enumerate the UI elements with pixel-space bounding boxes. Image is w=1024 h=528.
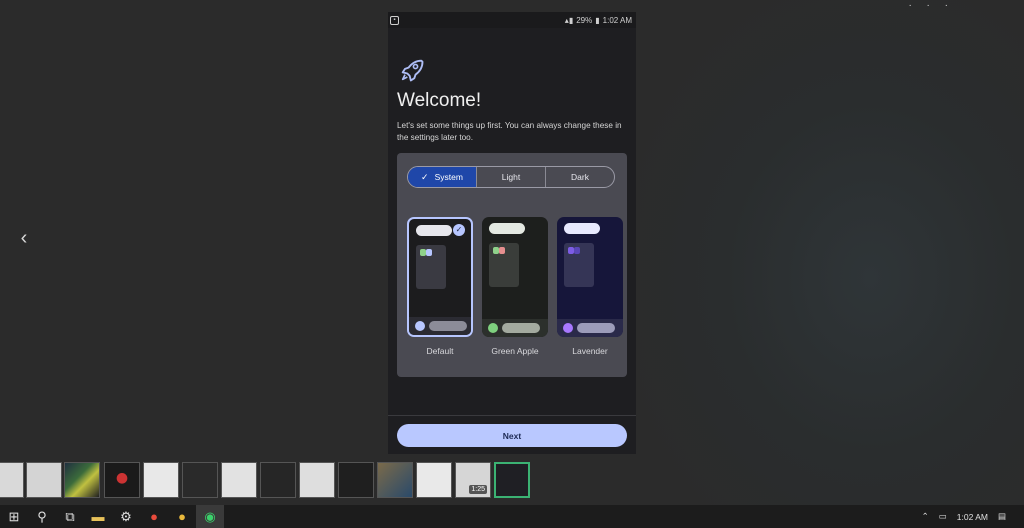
- theme-name: Green Apple: [491, 346, 539, 356]
- battery-level: 29%: [576, 15, 593, 25]
- theme-card: ✓ System Light Dark ✓ Default Green Appl…: [397, 153, 627, 377]
- theme-mode-dark[interactable]: Dark: [545, 167, 614, 187]
- background: [640, 0, 1024, 505]
- thumbnail[interactable]: [104, 462, 140, 498]
- thumbnail-video[interactable]: 1:25: [455, 462, 491, 498]
- theme-name: Default: [426, 346, 454, 356]
- settings-icon[interactable]: ⚙: [112, 505, 140, 528]
- phone-screen: ▪ ▴▮ 29% ▮ 1:02 AM Welcome! Let's set so…: [388, 12, 636, 454]
- check-icon: ✓: [421, 171, 429, 182]
- file-explorer-icon[interactable]: ▬: [84, 505, 112, 528]
- theme-mode-segmented-control: ✓ System Light Dark: [407, 166, 615, 188]
- signal-icon: ▴▮: [564, 15, 574, 25]
- thumbnail[interactable]: [26, 462, 62, 498]
- thumbnail[interactable]: [260, 462, 296, 498]
- search-icon[interactable]: ⚲: [28, 505, 56, 528]
- welcome-title: Welcome!: [397, 90, 482, 111]
- thumbnail-active[interactable]: [494, 462, 530, 498]
- notification-center-icon[interactable]: ▤: [998, 511, 1006, 522]
- battery-icon: ▮: [595, 15, 600, 25]
- thumbnail[interactable]: [299, 462, 335, 498]
- notification-icon: ▪: [390, 15, 399, 25]
- previous-arrow-icon[interactable]: ‹: [14, 226, 34, 250]
- rocket-icon: [401, 59, 424, 82]
- network-icon[interactable]: ▭: [939, 511, 947, 522]
- theme-mode-system[interactable]: ✓ System: [408, 167, 476, 187]
- theme-list: ✓ Default Green Apple Lavender: [407, 217, 623, 356]
- chevron-up-icon[interactable]: ⌃: [922, 511, 929, 522]
- divider: [388, 415, 636, 416]
- theme-lavender[interactable]: Lavender: [557, 217, 623, 356]
- top-right-icons: · · ·: [908, 0, 954, 11]
- thumbnail[interactable]: [143, 462, 179, 498]
- chrome-icon-2[interactable]: ●: [168, 505, 196, 528]
- status-bar: ▪ ▴▮ 29% ▮ 1:02 AM: [388, 12, 636, 28]
- chrome-icon[interactable]: ●: [140, 505, 168, 528]
- theme-green-apple[interactable]: Green Apple: [482, 217, 548, 356]
- next-button[interactable]: Next: [397, 424, 627, 447]
- theme-name: Lavender: [572, 346, 608, 356]
- taskbar-clock[interactable]: 1:02 AM: [957, 512, 988, 522]
- taskbar: ⊞ ⚲ ⧉ ▬ ⚙ ● ● ◉ ⌃ ▭ 1:02 AM ▤: [0, 505, 1024, 528]
- theme-mode-label: Light: [501, 172, 521, 182]
- theme-mode-label: Dark: [571, 172, 589, 182]
- system-tray: ⌃ ▭ 1:02 AM ▤: [922, 505, 1024, 528]
- thumbnail[interactable]: [377, 462, 413, 498]
- windows-start-icon[interactable]: ⊞: [0, 505, 28, 528]
- theme-mode-label: System: [434, 172, 463, 182]
- theme-preview[interactable]: [482, 217, 548, 337]
- thumbnail[interactable]: [221, 462, 257, 498]
- whatsapp-icon[interactable]: ◉: [196, 505, 224, 528]
- status-time: 1:02 AM: [602, 15, 632, 25]
- theme-default[interactable]: ✓ Default: [407, 217, 473, 356]
- selected-check-icon: ✓: [453, 224, 465, 236]
- task-view-icon[interactable]: ⧉: [56, 505, 84, 528]
- welcome-subtitle: Let's set some things up first. You can …: [397, 121, 622, 142]
- video-duration: 1:25: [469, 485, 487, 494]
- thumbnail[interactable]: [64, 462, 100, 498]
- thumbnail[interactable]: [338, 462, 374, 498]
- thumbnail[interactable]: [182, 462, 218, 498]
- theme-preview[interactable]: ✓: [407, 217, 473, 337]
- thumbnail[interactable]: [416, 462, 452, 498]
- theme-preview[interactable]: [557, 217, 623, 337]
- thumbnail[interactable]: [0, 462, 24, 498]
- theme-mode-light[interactable]: Light: [476, 167, 545, 187]
